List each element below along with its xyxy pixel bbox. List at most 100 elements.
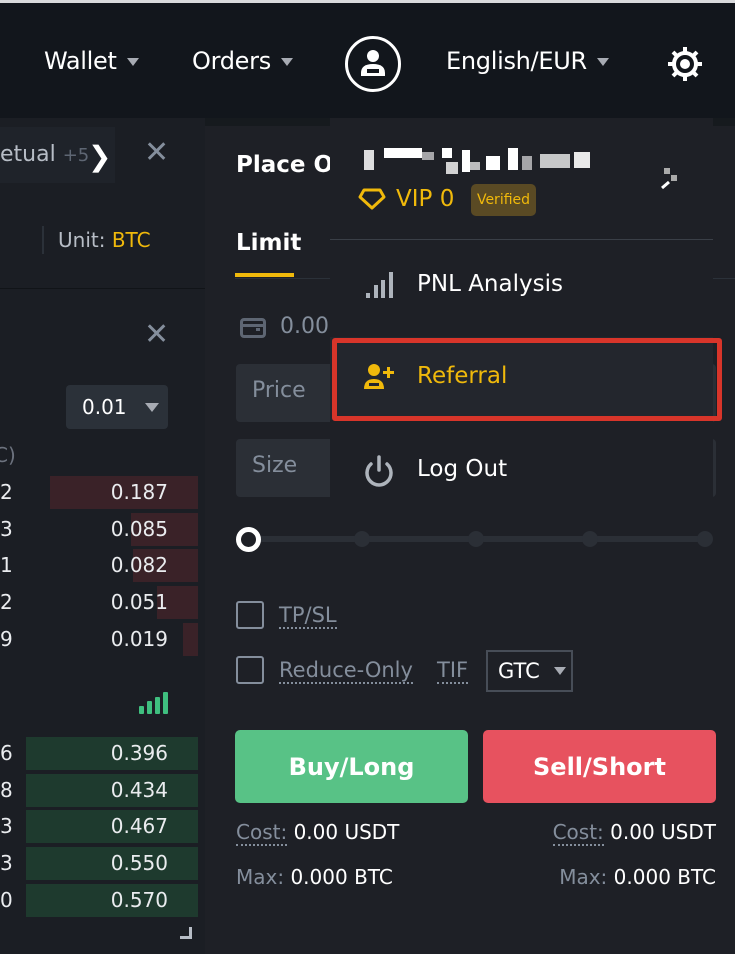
bid-price-fragment: 6 (0, 741, 13, 765)
bid-price-fragment: 3 (0, 814, 13, 839)
tpsl-checkbox[interactable] (236, 601, 264, 629)
ask-price-fragment: 2 (0, 480, 13, 504)
unit-label[interactable]: Unit: BTC (58, 228, 151, 252)
cost-label[interactable]: Cost: (236, 820, 288, 846)
menu-item-label: Log Out (417, 456, 508, 482)
wallet-icon (240, 318, 266, 338)
menu-item-label: PNL Analysis (417, 271, 563, 297)
max-label: Max: (236, 865, 285, 889)
slider-handle[interactable] (236, 527, 261, 552)
bid-row[interactable]: 0 0.570 (0, 883, 198, 917)
expand-arrow-icon[interactable] (660, 166, 680, 192)
close-icon[interactable]: ✕ (144, 320, 169, 350)
bid-sum: 0.467 (110, 814, 168, 839)
username-pixelated (362, 148, 594, 174)
close-icon[interactable]: ✕ (144, 138, 169, 168)
bar-chart-icon (366, 272, 393, 298)
market-tab-label[interactable]: etual +5 (0, 142, 89, 167)
bid-sum: 0.550 (110, 851, 168, 876)
sell-short-button[interactable]: Sell/Short (483, 730, 716, 803)
tif-select[interactable]: GTC (486, 650, 573, 692)
market-tab-name: etual (0, 142, 56, 167)
vip-level-label: VIP 0 (396, 186, 455, 212)
buy-max: Max: 0.000 BTC (236, 865, 393, 889)
vip-level: VIP 0 (358, 186, 454, 212)
caret-down-icon (596, 58, 609, 66)
verified-badge: Verified (471, 184, 536, 216)
slider-step[interactable] (697, 531, 713, 547)
top-nav: Wallet Orders English/EUR (0, 0, 735, 118)
tif-value: GTC (498, 659, 540, 683)
caret-down-icon (280, 58, 293, 66)
more-tabs-count: +5 (62, 145, 90, 166)
ask-row[interactable]: 2 0.187 (0, 476, 198, 509)
tpsl-label[interactable]: TP/SL (279, 603, 337, 630)
ask-row[interactable]: 1 0.082 (0, 549, 198, 583)
tif-label[interactable]: TIF (437, 658, 469, 685)
price-label: Price (252, 378, 306, 403)
menu-item-log-out[interactable]: Log Out (330, 430, 713, 512)
unit-value: BTC (111, 228, 151, 252)
user-circle-icon[interactable] (345, 36, 401, 92)
ask-sum: 0.187 (110, 480, 168, 504)
cost-value: 0.00 USDT (293, 820, 400, 844)
signal-bars-icon (139, 692, 168, 714)
ask-price-fragment: 2 (0, 590, 13, 615)
bid-sum: 0.434 (110, 777, 168, 802)
bid-row[interactable]: 3 0.550 (0, 847, 198, 881)
ask-row[interactable]: 2 0.051 (0, 586, 198, 620)
max-value: 0.000 BTC (290, 865, 393, 889)
unit-prefix: Unit: (58, 228, 106, 252)
column-header-price: C) (0, 443, 16, 467)
precision-value: 0.01 (82, 395, 127, 419)
bid-row[interactable]: 8 0.434 (0, 773, 198, 807)
menu-item-referral[interactable]: Referral (330, 337, 713, 420)
divider (0, 288, 205, 289)
ask-depth-bar (183, 622, 198, 656)
slider-step[interactable] (468, 531, 484, 547)
bid-row[interactable]: 3 0.467 (0, 810, 198, 844)
caret-down-icon (553, 667, 566, 675)
divider (42, 226, 44, 254)
resize-handle-icon[interactable] (180, 927, 192, 939)
caret-down-icon (126, 58, 139, 66)
cost-value: 0.00 USDT (610, 820, 716, 844)
buy-long-button[interactable]: Buy/Long (235, 730, 468, 803)
sell-cost: Cost: 0.00 USDT (552, 820, 716, 846)
nav-locale[interactable]: English/EUR (446, 47, 609, 75)
power-icon (365, 455, 393, 487)
reduce-only-checkbox[interactable] (236, 656, 264, 684)
ask-row[interactable]: 9 0.019 (0, 622, 198, 656)
slider-step[interactable] (582, 531, 598, 547)
caret-down-icon (144, 402, 159, 412)
gear-icon[interactable] (666, 45, 704, 83)
cost-label[interactable]: Cost: (552, 820, 604, 846)
menu-item-pnl-analysis[interactable]: PNL Analysis (330, 245, 713, 327)
size-label: Size (252, 453, 298, 478)
bid-price-fragment: 8 (0, 777, 13, 802)
active-tab-indicator (235, 273, 294, 277)
ask-sum: 0.019 (110, 626, 168, 651)
precision-select[interactable]: 0.01 (66, 385, 168, 429)
bid-sum: 0.396 (110, 741, 168, 765)
max-value: 0.000 BTC (613, 865, 716, 889)
chevron-right-icon[interactable]: ❯ (88, 140, 111, 173)
nav-wallet-label: Wallet (44, 47, 117, 75)
ask-sum: 0.082 (110, 553, 168, 578)
ask-price-fragment: 3 (0, 516, 13, 541)
bid-row[interactable]: 6 0.396 (0, 737, 198, 770)
nav-locale-label: English/EUR (446, 47, 587, 75)
bid-sum: 0.570 (110, 887, 168, 912)
sell-max: Max: 0.000 BTC (559, 865, 716, 889)
reduce-only-label[interactable]: Reduce-Only (279, 658, 413, 685)
ask-row[interactable]: 3 0.085 (0, 512, 198, 546)
ask-price-fragment: 9 (0, 626, 13, 651)
slider-step[interactable] (354, 531, 370, 547)
panel-title: Place Or (236, 152, 345, 178)
user-plus-icon (364, 364, 394, 389)
nav-wallet[interactable]: Wallet (44, 47, 139, 75)
tab-limit[interactable]: Limit (236, 230, 301, 256)
nav-orders[interactable]: Orders (192, 47, 293, 75)
diamond-icon (358, 188, 386, 210)
ask-sum: 0.051 (110, 590, 168, 615)
